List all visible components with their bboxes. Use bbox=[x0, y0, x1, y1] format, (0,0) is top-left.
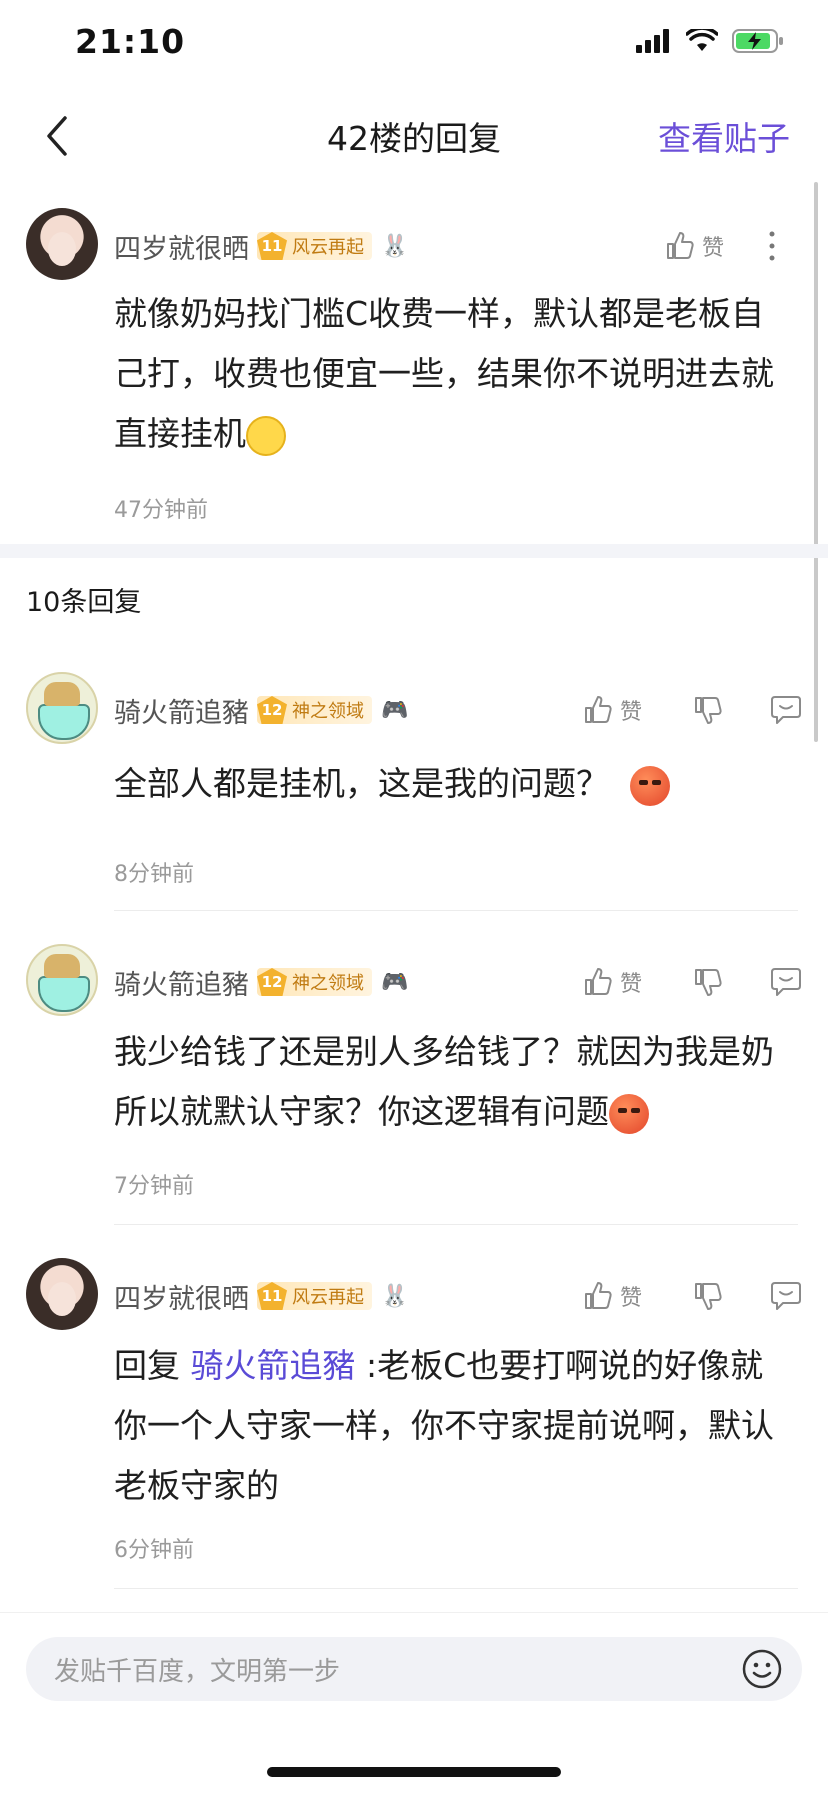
avatar[interactable] bbox=[26, 944, 98, 1016]
scrollbar[interactable] bbox=[814, 182, 818, 742]
thumbs-up-icon bbox=[585, 696, 612, 723]
divider bbox=[114, 1224, 798, 1225]
view-post-button[interactable]: 查看贴子 bbox=[658, 112, 790, 160]
thumbs-up-icon bbox=[585, 1282, 612, 1309]
level-badge[interactable]: 11 风云再起 bbox=[257, 1282, 372, 1310]
reply-header: 骑火箭追豬 12 神之领域 🎮 bbox=[114, 690, 410, 730]
smug-emoji-icon bbox=[246, 415, 286, 456]
bottom-input-bar: 发贴千百度，文明第一步 bbox=[0, 1612, 828, 1793]
like-button[interactable]: 赞 bbox=[582, 966, 642, 998]
status-bar: 21:10 bbox=[0, 0, 828, 90]
smirk-emoji-icon bbox=[629, 765, 670, 806]
avatar[interactable] bbox=[26, 208, 98, 280]
level-badge[interactable]: 12 神之领域 bbox=[257, 696, 372, 724]
level-title: 风云再起 bbox=[292, 237, 364, 258]
level-title: 神之领域 bbox=[292, 973, 364, 994]
more-button[interactable] bbox=[752, 226, 792, 266]
input-placeholder: 发贴千百度，文明第一步 bbox=[54, 1657, 341, 1687]
reply-prefix: 回复 bbox=[114, 1346, 180, 1385]
rabbit-icon: 🐰 bbox=[381, 233, 409, 259]
mention-link[interactable]: 骑火箭追豬 bbox=[191, 1346, 356, 1385]
comment-time: 47分钟前 bbox=[114, 498, 208, 523]
reply-count: 10条回复 bbox=[26, 587, 142, 618]
level-number: 11 bbox=[257, 1282, 287, 1310]
dislike-button[interactable] bbox=[688, 1276, 728, 1316]
section-divider bbox=[0, 544, 828, 558]
avatar[interactable] bbox=[26, 672, 98, 744]
reply-text: 全部人都是挂机，这是我的问题？ bbox=[114, 754, 794, 814]
thumbs-up-icon bbox=[585, 968, 612, 995]
level-badge[interactable]: 12 神之领域 bbox=[257, 968, 372, 996]
like-label: 赞 bbox=[702, 236, 725, 261]
home-indicator[interactable] bbox=[267, 1767, 561, 1777]
comment-icon bbox=[771, 696, 802, 724]
username[interactable]: 四岁就很晒 bbox=[114, 227, 249, 266]
reply-text: 回复 骑火箭追豬 :老板C也要打啊说的好像就你一个人守家一样，你不守家提前说啊，… bbox=[114, 1336, 794, 1516]
comment-text: 就像奶妈找门槛C收费一样，默认都是老板自己打，收费也便宜一些，结果你不说明进去就… bbox=[114, 284, 794, 464]
comment-actions: 赞 bbox=[664, 226, 792, 266]
reply-actions: 赞 bbox=[582, 690, 806, 730]
level-title: 风云再起 bbox=[292, 1287, 364, 1308]
comment-header: 四岁就很晒 11 风云再起 🐰 bbox=[114, 226, 410, 266]
divider bbox=[114, 1588, 798, 1589]
like-button[interactable]: 赞 bbox=[582, 1280, 642, 1312]
gamepad-icon: 🎮 bbox=[381, 969, 409, 995]
reply-actions: 赞 bbox=[582, 1276, 806, 1316]
wifi-icon bbox=[686, 29, 718, 51]
gamepad-icon: 🎮 bbox=[381, 697, 409, 723]
reply-button[interactable] bbox=[766, 1276, 806, 1316]
reply-input[interactable]: 发贴千百度，文明第一步 bbox=[26, 1637, 802, 1701]
comment-body: 就像奶妈找门槛C收费一样，默认都是老板自己打，收费也便宜一些，结果你不说明进去就… bbox=[114, 294, 774, 453]
divider bbox=[114, 910, 798, 911]
username[interactable]: 四岁就很晒 bbox=[114, 1277, 249, 1316]
like-button[interactable]: 赞 bbox=[664, 230, 724, 262]
like-label: 赞 bbox=[620, 972, 643, 997]
reply-time: 8分钟前 bbox=[114, 862, 194, 887]
comment-icon bbox=[771, 968, 802, 996]
avatar[interactable] bbox=[26, 1258, 98, 1330]
level-number: 12 bbox=[257, 968, 287, 996]
like-button[interactable]: 赞 bbox=[582, 694, 642, 726]
reply-header: 骑火箭追豬 12 神之领域 🎮 bbox=[114, 962, 410, 1002]
reply-body: 全部人都是挂机，这是我的问题？ bbox=[114, 764, 609, 803]
level-badge[interactable]: 11 风云再起 bbox=[257, 232, 372, 260]
username[interactable]: 骑火箭追豬 bbox=[114, 963, 249, 1002]
thumbs-down-icon bbox=[695, 1283, 722, 1310]
reply-text: 我少给钱了还是别人多给钱了？就因为我是奶所以就默认守家？你这逻辑有问题 bbox=[114, 1022, 794, 1142]
status-time: 21:10 bbox=[75, 22, 186, 61]
more-vertical-icon bbox=[769, 231, 775, 261]
thumbs-down-icon bbox=[695, 697, 722, 724]
username[interactable]: 骑火箭追豬 bbox=[114, 691, 249, 730]
smirk-emoji-icon bbox=[609, 1093, 649, 1134]
level-number: 12 bbox=[257, 696, 287, 724]
smiley-icon bbox=[742, 1649, 782, 1689]
comment-icon bbox=[771, 1282, 802, 1310]
dislike-button[interactable] bbox=[688, 690, 728, 730]
rabbit-icon: 🐰 bbox=[381, 1283, 409, 1309]
status-icons bbox=[636, 28, 784, 54]
reply-button[interactable] bbox=[766, 690, 806, 730]
reply-button[interactable] bbox=[766, 962, 806, 1002]
like-label: 赞 bbox=[620, 700, 643, 725]
thumbs-down-icon bbox=[695, 969, 722, 996]
dislike-button[interactable] bbox=[688, 962, 728, 1002]
thumbs-up-icon bbox=[667, 232, 694, 259]
reply-time: 7分钟前 bbox=[114, 1174, 194, 1199]
signal-icon bbox=[636, 29, 669, 53]
battery-charging-icon bbox=[732, 29, 783, 53]
nav-bar: 42楼的回复 查看贴子 bbox=[0, 90, 828, 180]
like-label: 赞 bbox=[620, 1286, 643, 1311]
level-number: 11 bbox=[257, 232, 287, 260]
reply-header: 四岁就很晒 11 风云再起 🐰 bbox=[114, 1276, 410, 1316]
reply-time: 6分钟前 bbox=[114, 1538, 194, 1563]
reply-body: 我少给钱了还是别人多给钱了？就因为我是奶所以就默认守家？你这逻辑有问题 bbox=[114, 1032, 774, 1131]
reply-actions: 赞 bbox=[582, 962, 806, 1002]
emoji-button[interactable] bbox=[740, 1647, 784, 1691]
level-title: 神之领域 bbox=[292, 701, 364, 722]
